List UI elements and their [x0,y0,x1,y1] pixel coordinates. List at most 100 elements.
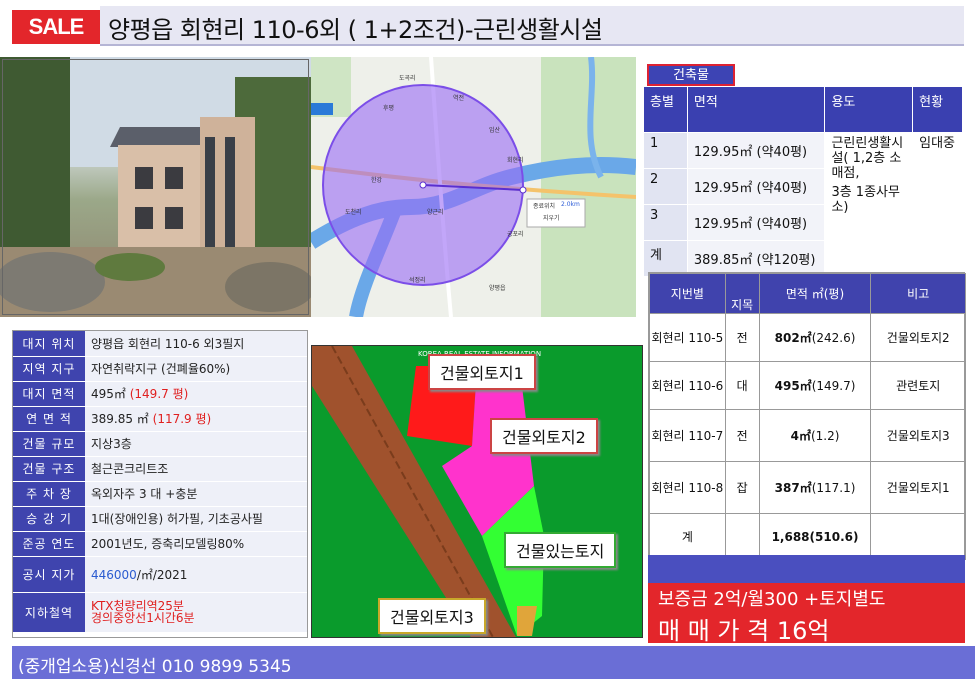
info-key: 주 차 장 [13,481,85,507]
blue-band [648,555,965,585]
info-row: 대지 면적 495㎡ (149.7 평) [13,381,307,407]
use-cell: 근린린생활시설( 1,2층 소매점, 3층 1종사무소) [824,132,914,277]
area-pyeong: (117.1) [811,481,856,495]
table-row: 회현리 110-5 전 802㎡(242.6) 건물외토지2 [649,313,966,362]
type-cell: 잡 [724,461,760,514]
info-row: 지하철역 KTX청량리역25분 경의중앙선1시간6분 [13,592,307,633]
total-label: 계 [649,513,726,560]
type-cell: 전 [724,409,760,462]
map-illustration [311,57,636,317]
info-value: 옥외자주 3 대 +충분 [85,481,307,507]
area-cell: 802㎡(242.6) [758,313,872,362]
info-key: 지역 지구 [13,356,85,382]
building-tab[interactable]: 건축물 [647,64,735,86]
footer: (중개업소용)신경선 010 9899 5345 [12,646,975,679]
map-label: 양평읍 [489,285,506,292]
info-row: 준공 연도 2001년도, 증축리모델링80% [13,531,307,557]
table-row: 회현리 110-6 대 495㎡(149.7) 관련토지 [649,361,966,410]
photo-frame [2,59,309,315]
info-value: 2001년도, 증축리모델링80% [85,531,307,557]
note-cell: 건물외토지2 [870,313,966,362]
info-value: 1대(장애인용) 허가필, 기초공사필 [85,506,307,532]
type-cell: 전 [724,313,760,362]
info-key: 승 강 기 [13,506,85,532]
sale-price-text: 매 매 가 격 16억 [658,617,830,645]
info-value: 446000/㎡/2021 [85,556,307,593]
note-cell: 관련토지 [870,361,966,410]
floor-cell: 1 [643,132,688,169]
info-key: 연 면 적 [13,406,85,432]
building-table: 건축물 층별 면적 용도 현황 1 129.95㎡ (약40평) 근린린생활시설… [643,62,963,277]
type-cell: 대 [724,361,760,410]
total-row: 계 1,688(510.6) [649,513,966,560]
header-floor: 층별 [643,86,688,133]
area-cell: 4㎡(1.2) [758,409,872,462]
header-area: 면적 ㎡(평) [758,273,872,314]
info-value-main: 495㎡ [91,387,126,401]
building-photo [0,57,311,317]
info-row: 건물 규모 지상3층 [13,431,307,457]
total-area: 1,688(510.6) [758,513,872,560]
area-pyeong: (242.6) [811,331,856,345]
site-plan: KOREA REAL ESTATE INFORMATION 건물외토지1 건물외… [311,345,643,638]
area-value: 387㎡ [774,481,812,495]
header-status: 현황 [912,86,963,133]
map-label: 회현리 [507,157,524,164]
location-map[interactable]: 종료위치 2.0km 지우기 도곡리 한강 역전 임산 회현리 후평 도천리 궁… [311,57,636,317]
info-key: 대지 위치 [13,331,85,357]
map-label: 석정리 [409,277,426,284]
info-row: 공시 지가 446000/㎡/2021 [13,556,307,593]
info-value: 495㎡ (149.7 평) [85,381,307,407]
info-value: 지상3층 [85,431,307,457]
header-use: 용도 [824,86,914,133]
agent-contact: (중개업소용)신경선 010 9899 5345 [18,657,292,677]
info-value-main: /㎡/2021 [136,567,188,582]
plan-label-land-3: 건물외토지3 [378,598,486,634]
area-cell: 495㎡(149.7) [758,361,872,410]
sale-badge: SALE [12,10,100,44]
info-value: 389.85 ㎡ (117.9 평) [85,406,307,432]
page-title: 양평읍 회현리 110-6외 ( 1+2조건)-근린생활시설 [108,16,603,44]
info-row: 승 강 기 1대(장애인용) 허가필, 기초공사필 [13,506,307,532]
status-cell: 임대중 [912,132,963,277]
info-value-extra: (117.9 평) [152,412,212,426]
lot-cell: 회현리 110-6 [649,361,726,410]
info-value-red-2: 경의중앙선1시간6분 [91,611,195,625]
area-value: 495㎡ [774,379,812,393]
header-type: 지목 [724,273,760,314]
area-cell: 129.95㎡ (약40평) [686,168,826,205]
area-cell: 129.95㎡ (약40평) [686,204,826,241]
floor-cell: 2 [643,168,688,205]
use-text-2: 3층 1종사무소) [831,185,900,215]
building-floor-table: 층별 면적 용도 현황 1 129.95㎡ (약40평) 근린린생활시설( 1,… [643,86,963,277]
header-note: 비고 [870,273,966,314]
info-value: 철근콘크리트조 [85,456,307,482]
info-value: 양평읍 회현리 110-6 외3필지 [85,331,307,357]
lot-cell: 회현리 110-5 [649,313,726,362]
info-value: KTX청량리역25분 경의중앙선1시간6분 [85,592,307,633]
header: SALE 양평읍 회현리 110-6외 ( 1+2조건)-근린생활시설 [0,0,980,50]
property-info-table: 대지 위치 양평읍 회현리 110-6 외3필지 지역 지구 자연취락지구 (건폐율… [12,330,308,638]
info-value-extra: (149.7 평) [129,387,189,401]
lot-table-grid: 지번별 지목 면적 ㎡(평) 비고 회현리 110-5 전 802㎡(242.6… [649,273,966,560]
map-label: 양근리 [427,209,444,216]
info-key: 준공 연도 [13,531,85,557]
info-value-main: 389.85 ㎡ [91,412,149,426]
plan-label-land-2: 건물외토지2 [490,418,598,454]
empty-cell [724,513,760,560]
lot-cell: 회현리 110-7 [649,409,726,462]
info-value-blue: 446000 [91,567,137,582]
info-row: 지역 지구 자연취락지구 (건폐율60%) [13,356,307,382]
map-label: 한강 [371,177,383,184]
note-cell: 건물외토지1 [870,461,966,514]
area-value: 4㎡ [790,429,811,443]
map-label: 궁포리 [507,231,524,238]
deposit-rent-text: 보증금 2억/월300 +토지별도 [658,589,886,610]
map-label: 도천리 [345,209,362,216]
table-row: 회현리 110-7 전 4㎡(1.2) 건물외토지3 [649,409,966,462]
use-text-1: 근린린생활시설( 1,2층 소매점, [831,136,904,181]
note-cell: 건물외토지3 [870,409,966,462]
info-key: 건물 규모 [13,431,85,457]
map-popup-clear-button[interactable]: 지우기 [543,213,560,222]
empty-cell [870,513,966,560]
